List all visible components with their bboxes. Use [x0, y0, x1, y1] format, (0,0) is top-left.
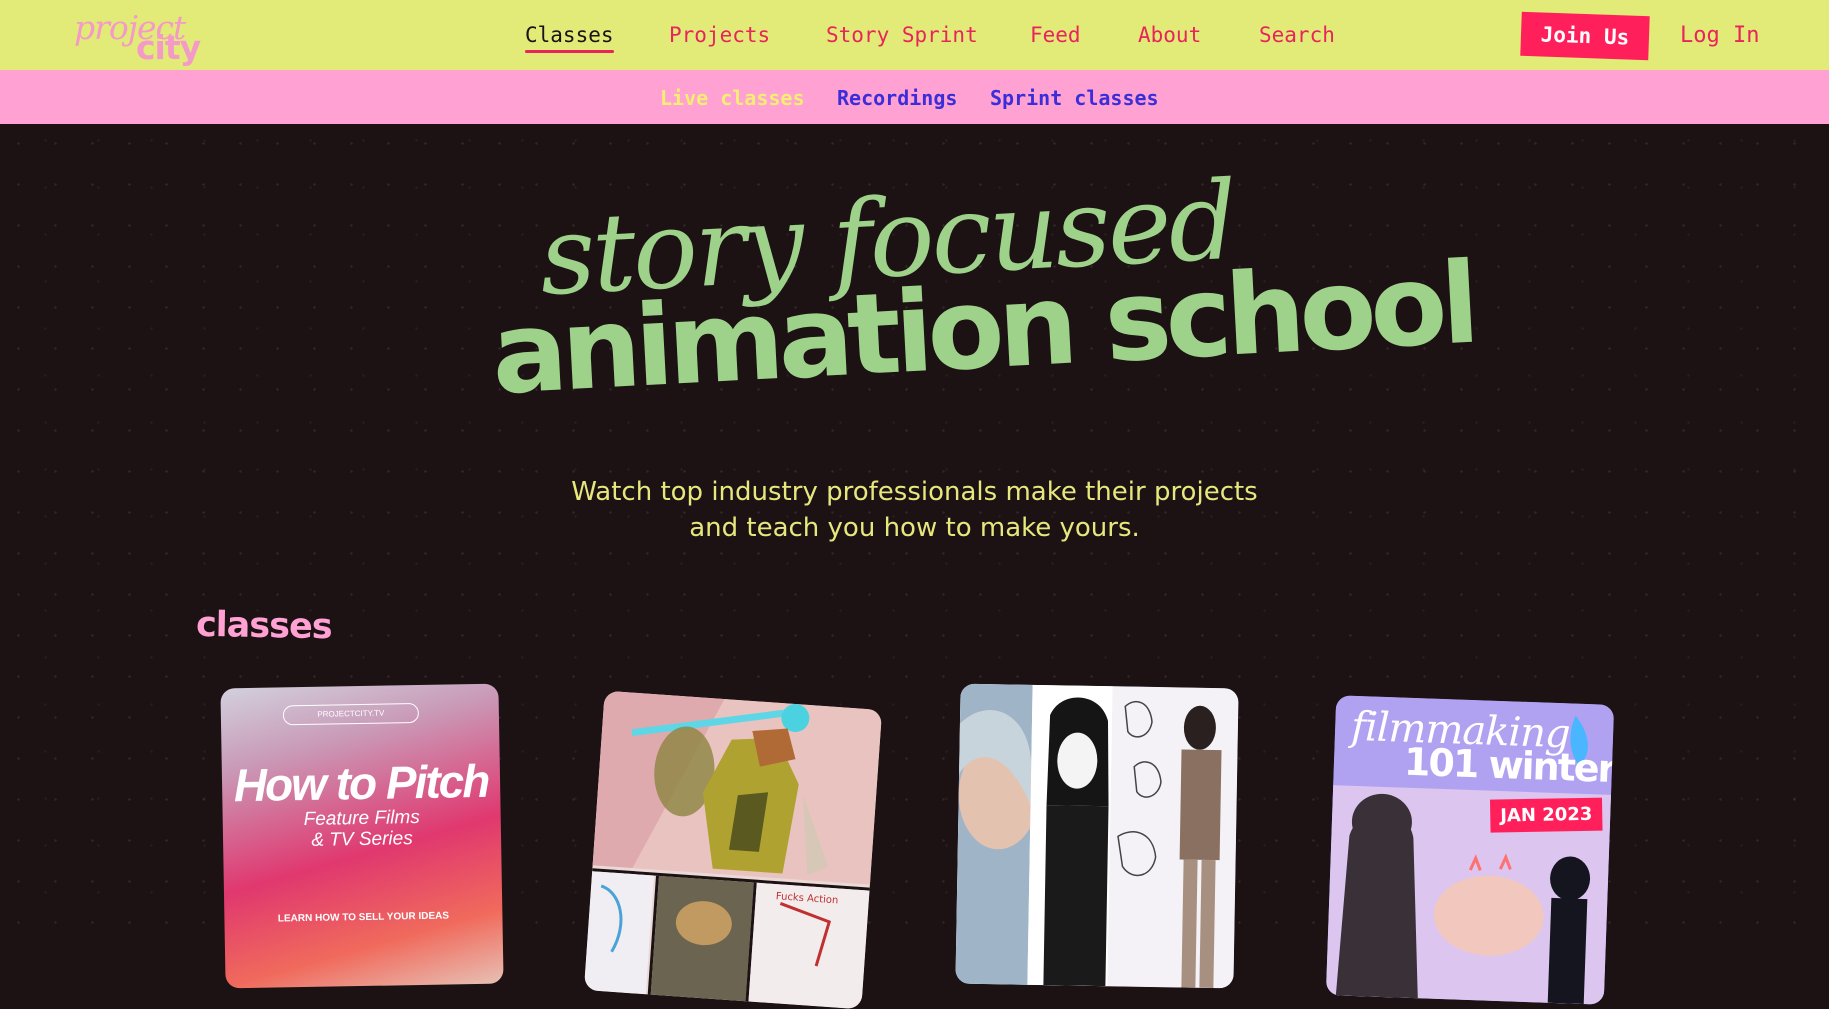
card-site-pill: PROJECTCITY.TV — [282, 702, 420, 726]
nav-about[interactable]: About — [1138, 23, 1201, 47]
subnav-recordings[interactable]: Recordings — [837, 86, 957, 110]
subnav-sprint-classes[interactable]: Sprint classes — [990, 86, 1159, 110]
card-footer-text: LEARN HOW TO SELL YOUR IDEAS — [277, 910, 450, 925]
card-title: How to Pitch — [233, 754, 489, 812]
join-us-button[interactable]: Join Us — [1520, 11, 1650, 61]
log-in-link[interactable]: Log In — [1680, 23, 1759, 48]
nav-classes[interactable]: Classes — [525, 23, 614, 53]
date-badge: JAN 2023 — [1489, 797, 1603, 833]
sub-navbar: Live classes Recordings Sprint classes — [0, 70, 1829, 124]
card-subtitle-line2: & TV Series — [311, 828, 413, 851]
nav-projects[interactable]: Projects — [669, 23, 770, 47]
class-card-character-sketches[interactable] — [955, 683, 1239, 989]
card-title-line2: 101 winter — [1403, 739, 1615, 791]
nav-search[interactable]: Search — [1259, 23, 1335, 47]
character-sketch-sheet — [955, 683, 1239, 989]
classes-heading: classes — [195, 604, 332, 648]
subnav-live-classes[interactable]: Live classes — [660, 86, 805, 110]
card-subtitle: Feature Films & TV Series — [223, 806, 502, 853]
hero-tagline-line1: Watch top industry professionals make th… — [571, 477, 1258, 507]
nav-story-sprint[interactable]: Story Sprint — [826, 23, 978, 47]
armored-warrior-illustration: Fucks Action — [583, 690, 883, 1009]
class-card-character-illustration[interactable]: Fucks Action — [583, 690, 883, 1009]
class-card-how-to-pitch[interactable]: PROJECTCITY.TV How to Pitch Feature Film… — [220, 683, 504, 989]
nav-feed[interactable]: Feed — [1030, 23, 1081, 47]
top-navbar: project city Classes Projects Story Spri… — [0, 0, 1829, 70]
class-card-filmmaking-101-winter[interactable]: filmmaking 101 winter JAN 2023 — [1325, 695, 1615, 1005]
hero-tagline: Watch top industry professionals make th… — [0, 474, 1829, 546]
hero-tagline-line2: and teach you how to make yours. — [689, 513, 1140, 543]
